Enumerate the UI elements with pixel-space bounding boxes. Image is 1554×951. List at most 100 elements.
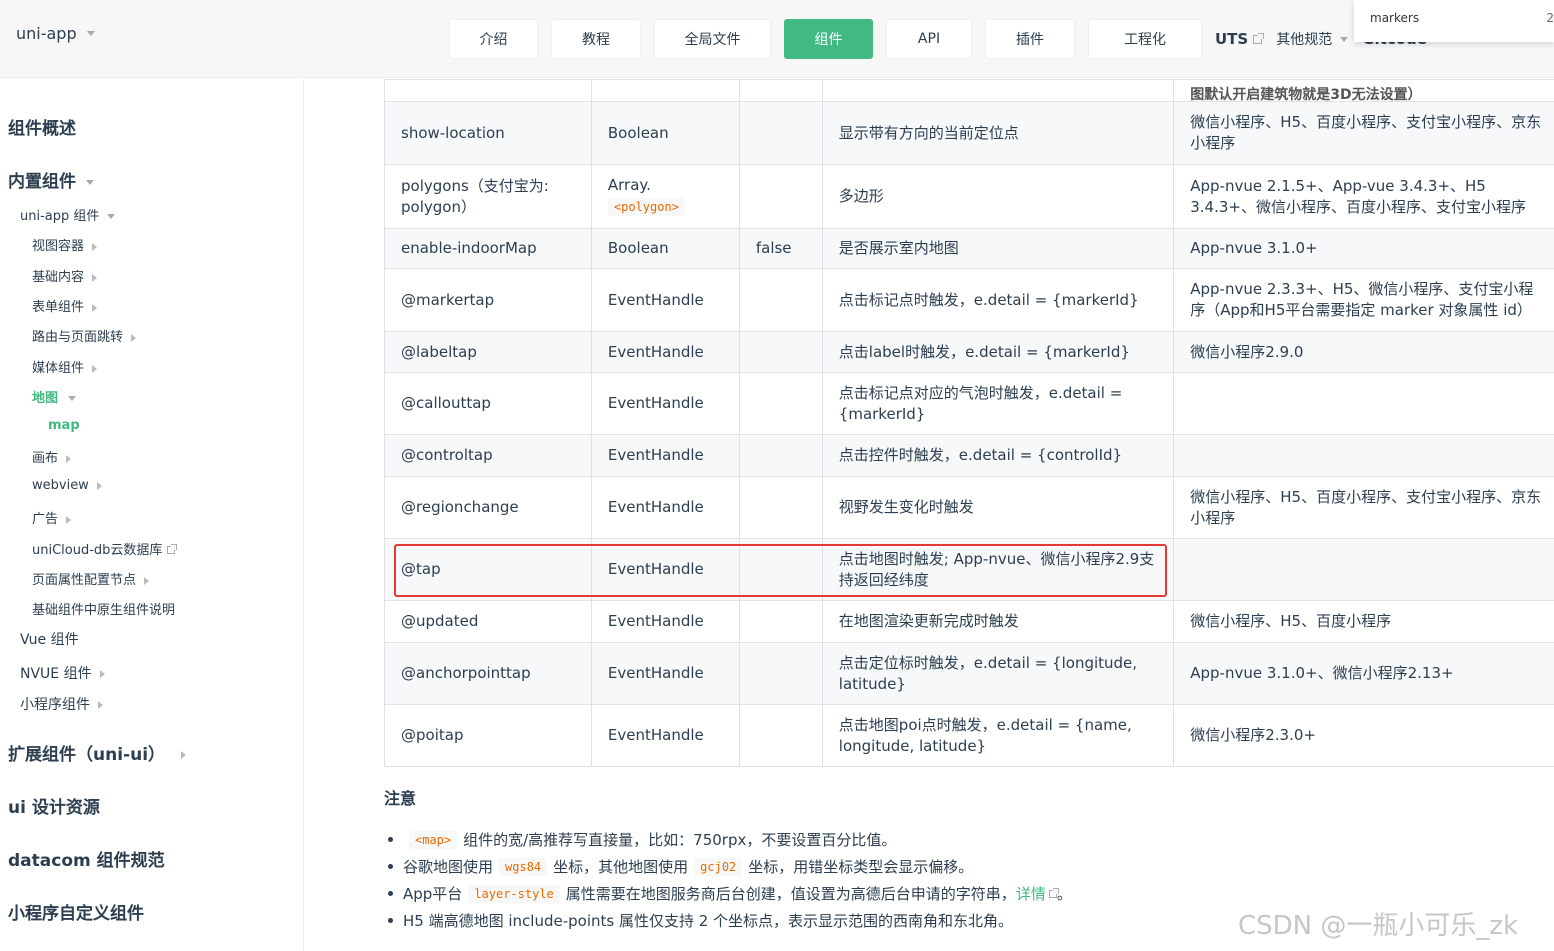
table-row: @anchorpointtap EventHandle 点击定位标时触发，e.d…: [384, 642, 1554, 705]
sidebar-item-routing[interactable]: 路由与页面跳转: [32, 326, 137, 345]
table-cell-attr: show-location: [384, 101, 592, 165]
note-text: H5 端高德地图 include-points 属性仅支持 2 个坐标点，表示显…: [403, 912, 1014, 930]
search-suggestion-count: 2: [1546, 11, 1554, 25]
table-cell-default: [738, 704, 823, 767]
brand-label: uni-app: [16, 24, 77, 43]
table-cell-platform: [1173, 434, 1554, 477]
sidebar-item-datacom[interactable]: datacom 组件规范: [8, 846, 165, 871]
nav-intro[interactable]: 介绍: [449, 19, 538, 59]
table-cell-type: EventHandle: [590, 538, 740, 601]
table-cell-desc: 点击标记点时触发，e.detail = {markerId}: [821, 268, 1175, 332]
sidebar-item-extended[interactable]: 扩展组件（uni-ui）: [8, 740, 187, 765]
chevron-right-icon: [131, 333, 137, 342]
table-cell-attr: @updated: [384, 600, 592, 643]
sidebar-item-label: 内置组件: [8, 172, 76, 192]
sidebar-item-ui-resources[interactable]: ui 设计资源: [8, 793, 100, 818]
sidebar-item-webview[interactable]: webview: [32, 478, 102, 493]
sidebar-item-label: 基础内容: [32, 270, 85, 285]
table-cell-desc: 点击地图时触发; App-nvue、微信小程序2.9支持返回经纬度: [821, 538, 1175, 601]
sidebar-item-label: webview: [32, 478, 89, 493]
sidebar-item-canvas[interactable]: 画布: [32, 447, 72, 466]
sidebar-item-ad[interactable]: 广告: [32, 508, 72, 527]
table-cell-default: [738, 642, 823, 705]
chevron-right-icon: [99, 670, 105, 678]
table-cell-desc: 点击定位标时触发，e.detail = {longitude, latitude…: [821, 642, 1175, 705]
sidebar-item-nvue-components[interactable]: NVUE 组件: [20, 663, 105, 683]
chevron-right-icon: [92, 273, 98, 282]
sidebar-item-media[interactable]: 媒体组件: [32, 357, 98, 376]
table-cell-default: false: [738, 228, 823, 269]
table-cell-desc: 点击标记点对应的气泡时触发，e.detail = {markerId}: [821, 372, 1175, 435]
table-cell-default: [738, 476, 823, 539]
table-cell-platform: 微信小程序、H5、百度小程序、支付宝小程序、京东小程序: [1173, 101, 1554, 165]
table-cell-default: [738, 434, 823, 477]
brand-menu[interactable]: uni-app: [16, 24, 95, 43]
type-code: <polygon>: [607, 198, 685, 216]
nav-tutorial[interactable]: 教程: [551, 19, 641, 59]
table-cell-platform: [1173, 538, 1554, 601]
table-cell-platform: App-nvue 2.3.3+、H5、微信小程序、支付宝小程序（App和H5平台…: [1173, 268, 1554, 332]
nav-other-spec[interactable]: 其他规范: [1276, 29, 1349, 49]
sidebar-item-view-container[interactable]: 视图容器: [32, 235, 98, 254]
external-link-icon: [167, 544, 178, 554]
table-cell-default: [738, 331, 823, 373]
sidebar-item-label: 扩展组件（uni-ui）: [8, 745, 166, 765]
sidebar-item-map[interactable]: map: [48, 418, 80, 433]
table-row: show-location Boolean 显示带有方向的当前定位点 微信小程序…: [384, 101, 1554, 165]
sidebar-item-label: uni-app 组件: [20, 209, 100, 224]
top-navbar: uni-app 介绍 教程 全局文件 组件 API 插件 工程化 UTS 其他规…: [0, 0, 1554, 78]
note-text: 坐标，其他地图使用: [553, 858, 689, 876]
sidebar-item-label: 小程序组件: [20, 697, 90, 713]
nav-uts[interactable]: UTS: [1215, 30, 1265, 48]
table-cell-desc: 点击地图poi点时触发，e.detail = {name, longitude,…: [821, 704, 1175, 767]
map-attributes-table: 图默认开启建筑物就是3D无法设置） show-location Boolean …: [384, 79, 1554, 767]
search-suggestion-text: markers: [1370, 11, 1420, 25]
sidebar-item-form[interactable]: 表单组件: [32, 296, 98, 315]
table-cell-default: [738, 538, 823, 601]
sidebar-item-builtin[interactable]: 内置组件: [8, 167, 94, 192]
chevron-right-icon: [66, 515, 72, 524]
type-label: Array.: [607, 176, 651, 194]
sidebar-item-uniapp-components[interactable]: uni-app 组件: [20, 205, 116, 224]
table-cell-attr: @controltap: [384, 434, 592, 477]
sidebar-item-unicloud-db[interactable]: uniCloud-db云数据库: [32, 539, 178, 558]
nav-components[interactable]: 组件: [784, 19, 873, 59]
table-cell-type: EventHandle: [590, 704, 740, 767]
notes-title: 注意: [384, 789, 417, 808]
nav-uts-label: UTS: [1215, 30, 1249, 48]
sidebar-item-mp-components[interactable]: 小程序组件: [20, 694, 103, 714]
sidebar-item-basic-content[interactable]: 基础内容: [32, 266, 98, 285]
nav-global-files[interactable]: 全局文件: [654, 19, 771, 59]
chevron-right-icon: [92, 364, 98, 373]
table-cell-platform: 微信小程序2.3.0+: [1173, 704, 1554, 767]
nav-other-spec-label: 其他规范: [1276, 32, 1333, 48]
inline-code: layer-style: [468, 884, 560, 903]
sidebar-item-native-components[interactable]: 基础组件中原生组件说明: [32, 599, 175, 618]
sidebar-item-label: 表单组件: [32, 300, 85, 315]
details-link[interactable]: 详情: [1016, 883, 1046, 904]
chevron-right-icon: [144, 576, 150, 585]
table-cell-platform: [1173, 372, 1554, 435]
sidebar-item-map-group[interactable]: 地图: [32, 387, 77, 406]
sidebar-item-page-meta[interactable]: 页面属性配置节点: [32, 569, 150, 588]
search-suggestion-popup[interactable]: markers 2: [1354, 0, 1554, 42]
sidebar-item-label: 视图容器: [32, 239, 85, 254]
table-row: @callouttap EventHandle 点击标记点对应的气泡时触发，e.…: [384, 372, 1554, 435]
nav-api[interactable]: API: [886, 19, 972, 59]
chevron-down-icon: [107, 214, 116, 219]
table-cell-attr: @tap: [384, 538, 592, 601]
nav-plugins[interactable]: 插件: [985, 19, 1075, 59]
chevron-right-icon: [92, 303, 98, 312]
sidebar-item-vue-components[interactable]: Vue 组件: [20, 629, 79, 649]
sidebar-item-overview[interactable]: 组件概述: [8, 114, 76, 139]
table-cell-desc: 多边形: [821, 164, 1175, 229]
sidebar-item-label: NVUE 组件: [20, 666, 92, 682]
table-cell-type: Boolean: [590, 101, 740, 165]
note-text: App平台: [403, 885, 463, 903]
table-cell-desc: 在地图渲染更新完成时触发: [821, 600, 1175, 643]
table-cell-type: EventHandle: [590, 372, 740, 435]
nav-engineering[interactable]: 工程化: [1088, 19, 1202, 59]
sidebar-item-label: 地图: [32, 391, 59, 406]
table-cell-default: [738, 372, 823, 435]
sidebar-item-mp-custom[interactable]: 小程序自定义组件: [8, 899, 144, 924]
